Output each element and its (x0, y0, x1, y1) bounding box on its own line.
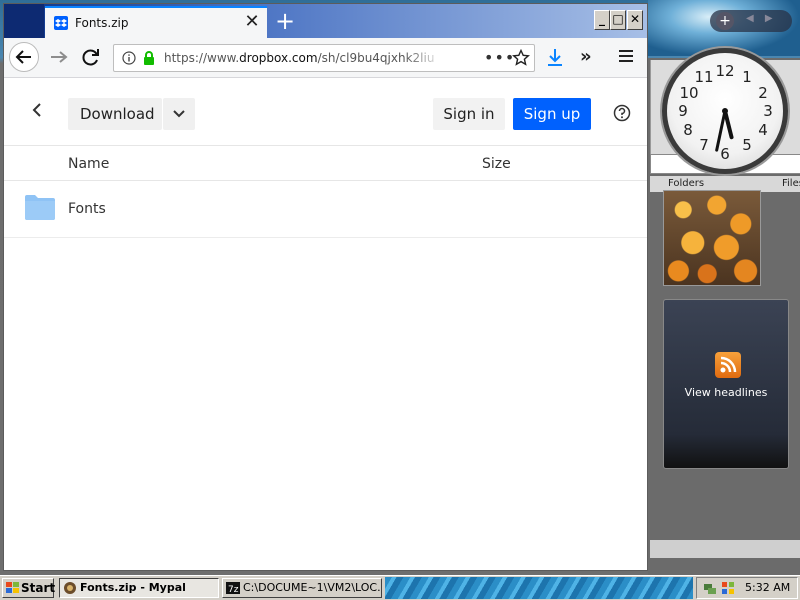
files-tab[interactable]: Files (782, 178, 800, 189)
chevron-down-icon (173, 110, 185, 118)
sidebar-gadget-controls: + ◀ ▶ (710, 10, 792, 32)
address-bar[interactable]: https://www.dropbox.com/sh/cl9bu4qjxhk2l… (113, 44, 535, 72)
sign-in-button[interactable]: Sign in (433, 98, 505, 130)
view-headlines-label[interactable]: View headlines (664, 386, 788, 399)
taskbar-background-image (385, 577, 693, 599)
svg-text:1: 1 (742, 68, 752, 86)
forward-button[interactable] (46, 44, 72, 70)
start-button[interactable]: Start (2, 578, 56, 598)
download-icon[interactable] (546, 48, 564, 68)
add-gadget-icon[interactable]: + (716, 12, 734, 30)
background-window-statusbar (650, 540, 800, 558)
help-icon[interactable] (613, 104, 631, 122)
taskbar-item-7zip[interactable]: 7z C:\DOCUME~1\VM2\LOC... (222, 578, 382, 598)
browser-window: Fonts.zip ✕ + _ □ ✕ https://www.dropbox.… (3, 3, 648, 571)
table-row[interactable]: Fonts (4, 181, 647, 237)
svg-text:8: 8 (683, 121, 693, 139)
svg-text:10: 10 (679, 84, 698, 102)
folder-icon (25, 195, 55, 220)
dropbox-icon (54, 16, 68, 30)
svg-text:7z: 7z (228, 585, 239, 595)
column-header-size[interactable]: Size (482, 156, 511, 172)
download-button[interactable]: Download (68, 98, 162, 130)
7zip-icon: 7z (226, 582, 240, 595)
info-icon[interactable] (122, 51, 136, 65)
svg-text:9: 9 (678, 102, 688, 120)
new-tab-button[interactable]: + (272, 8, 298, 34)
tab-close-icon[interactable]: ✕ (243, 12, 261, 32)
chevron-left-icon[interactable] (30, 102, 44, 118)
url-prefix: https://www. (164, 51, 240, 65)
bookmark-star-icon[interactable] (512, 49, 530, 67)
dropbox-page: Download Sign in Sign up Name Size Fonts (4, 78, 647, 570)
svg-text:6: 6 (720, 145, 730, 163)
feed-headlines-gadget[interactable]: View headlines (663, 299, 789, 469)
back-button[interactable] (9, 42, 39, 72)
page-actions-icon[interactable]: ••• (484, 48, 515, 67)
windows-logo-icon (6, 582, 19, 593)
svg-text:4: 4 (758, 121, 768, 139)
taskbar-item-mypal[interactable]: Fonts.zip - Mypal (59, 578, 219, 598)
slideshow-gadget-photo[interactable] (663, 190, 761, 286)
lock-icon (144, 51, 154, 65)
close-button[interactable]: ✕ (627, 10, 643, 30)
tab-fonts-zip[interactable]: Fonts.zip ✕ (45, 6, 267, 38)
title-bar-left (4, 4, 44, 38)
row-name[interactable]: Fonts (68, 201, 106, 217)
gadget-nav-arrows-icon[interactable]: ◀ ▶ (746, 13, 777, 24)
rss-icon (715, 352, 741, 378)
svg-text:3: 3 (763, 102, 773, 120)
reload-icon[interactable] (78, 44, 104, 70)
divider (4, 237, 647, 238)
svg-text:12: 12 (715, 62, 734, 80)
svg-text:2: 2 (758, 84, 768, 102)
system-tray: 5:32 AM (696, 577, 798, 599)
title-bar: Fonts.zip ✕ + _ □ ✕ (4, 4, 647, 38)
security-shield-icon[interactable] (721, 581, 735, 595)
system-clock[interactable]: 5:32 AM (745, 581, 790, 594)
taskbar-item-label: C:\DOCUME~1\VM2\LOC... (243, 581, 382, 594)
svg-text:7: 7 (699, 136, 709, 154)
column-header-name[interactable]: Name (68, 156, 109, 172)
download-options-button[interactable] (163, 98, 195, 130)
folders-tab[interactable]: Folders (668, 178, 704, 189)
maximize-button[interactable]: □ (610, 10, 626, 30)
url-fade (404, 47, 444, 69)
sign-up-button[interactable]: Sign up (513, 98, 591, 130)
hamburger-menu-icon[interactable] (618, 48, 634, 64)
taskbar: Start Fonts.zip - Mypal 7z C:\DOCUME~1\V… (0, 575, 800, 600)
clock-face-icon: 12 12 345 678 91011 (678, 62, 773, 163)
divider (4, 145, 647, 146)
clock-gadget[interactable]: 12 1 2 345 678 9 10 11 (662, 48, 788, 174)
tab-title: Fonts.zip (75, 16, 129, 30)
network-icon[interactable] (703, 581, 717, 595)
taskbar-item-label: Fonts.zip - Mypal (80, 581, 186, 594)
back-arrow-icon (15, 50, 31, 64)
url-domain: dropbox.com (239, 51, 318, 65)
svg-text:5: 5 (742, 136, 752, 154)
start-label: Start (21, 581, 56, 595)
url-text: https://www.dropbox.com/sh/cl9bu4qjxhk2l… (164, 51, 434, 67)
mypal-browser-icon (64, 582, 76, 594)
navigation-toolbar: https://www.dropbox.com/sh/cl9bu4qjxhk2l… (4, 38, 647, 78)
svg-text:11: 11 (694, 68, 713, 86)
overflow-chevron-icon[interactable]: » (580, 46, 592, 67)
minimize-button[interactable]: _ (594, 10, 610, 30)
